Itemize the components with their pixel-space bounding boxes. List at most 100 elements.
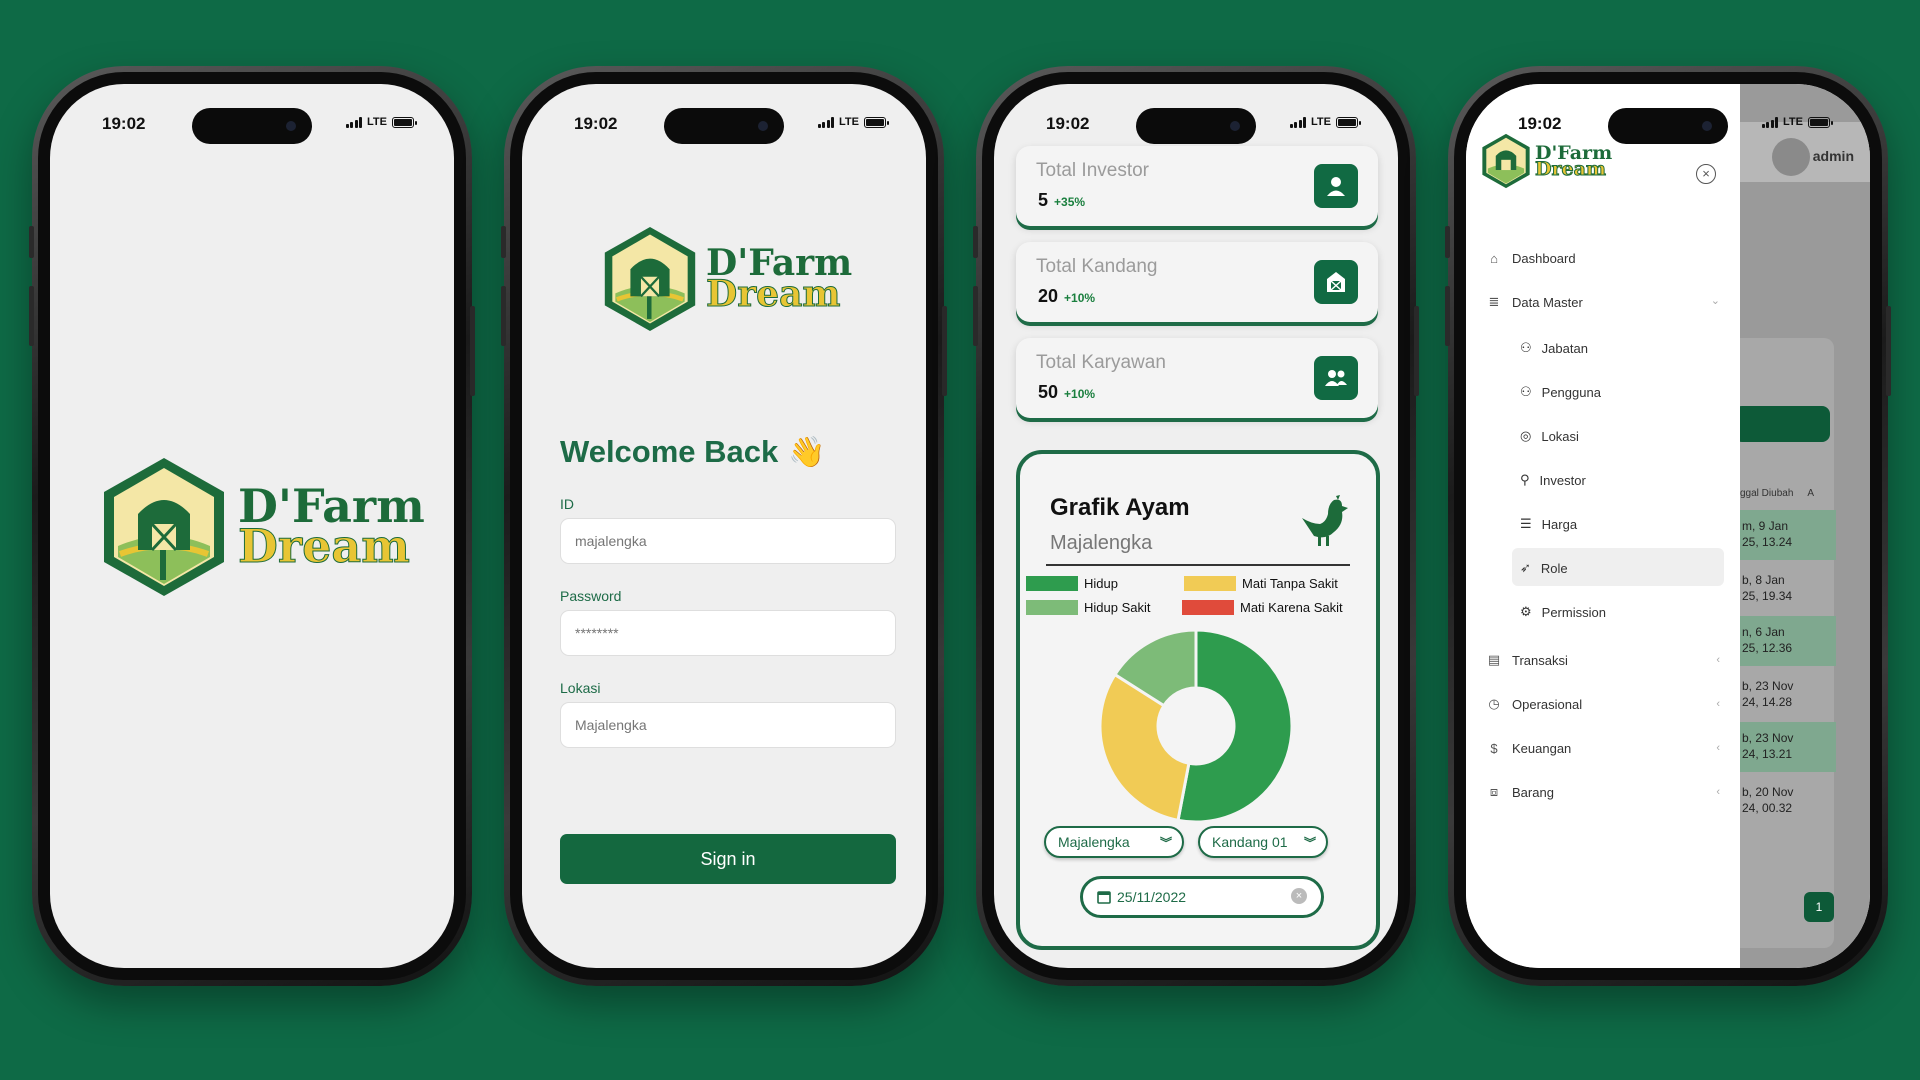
phone-login: 19:02 LTE D'Farm Dream Welcome Back 👋 ID…	[501, 66, 947, 986]
chart-title: Grafik Ayam	[1050, 494, 1190, 521]
legend-mati-karena-sakit: Mati Karena Sakit	[1182, 600, 1343, 615]
login-screen: 19:02 LTE D'Farm Dream Welcome Back 👋 ID…	[522, 84, 926, 968]
page-button: 1	[1804, 892, 1834, 922]
battery-icon	[392, 116, 417, 128]
signal-icon	[1289, 116, 1307, 128]
menu-item-barang[interactable]: ⧈ Barang ‹	[1486, 784, 1720, 800]
status-time: 19:02	[574, 114, 618, 133]
rocket-icon: ➶	[1520, 560, 1531, 575]
stat-delta: +10%	[1064, 387, 1096, 401]
chart-card: Grafik Ayam Majalengka Hidup Hidup Sakit…	[1016, 450, 1380, 950]
legend-swatch	[1182, 600, 1234, 615]
legend-hidup-sakit: Hidup Sakit	[1026, 600, 1150, 615]
signal-icon	[817, 116, 835, 128]
menu-item-keuangan[interactable]: $ Keuangan ‹	[1486, 740, 1720, 756]
sign-in-button[interactable]: Sign in	[560, 834, 896, 884]
home-icon: ⌂	[1490, 250, 1498, 266]
brand-logo: D'Farm Dream	[98, 454, 425, 600]
menu-item-dashboard[interactable]: ⌂ Dashboard	[1486, 250, 1576, 266]
user-plus-icon: ⚲	[1520, 472, 1530, 487]
table-row: b, 8 Jan 25, 19.34	[1742, 573, 1793, 603]
status-time: 19:02	[102, 114, 146, 133]
stat-title: Total Kandang	[1036, 256, 1158, 277]
legend-label: Mati Karena Sakit	[1240, 600, 1343, 615]
battery-icon	[864, 116, 889, 128]
phone-menu: 19:02 LTE admin ggal Diubah A m, 9 Jan 25,…	[1445, 66, 1891, 986]
phone-dashboard: 19:02 LTE Total Investor 5 +35% Total Kan…	[973, 66, 1419, 986]
location-select[interactable]: Majalengka ︾	[1044, 826, 1184, 858]
phone-splash: 19:02 LTE D'Farm Dream	[29, 66, 475, 986]
legend-hidup: Hidup	[1026, 576, 1118, 591]
menu-item-operasional[interactable]: ◷ Operasional ‹	[1486, 696, 1720, 712]
chicken-icon	[1302, 495, 1348, 546]
menu-item-label: Barang	[1512, 784, 1554, 800]
table-row: b, 23 Nov 24, 14.28	[1742, 679, 1794, 709]
brand-logo: D'Farm Dream	[600, 224, 852, 334]
wave-icon: 👋	[788, 436, 826, 469]
stat-card-karyawan[interactable]: Total Karyawan 50 +10%	[1016, 338, 1378, 418]
table-row: n, 6 Jan 25, 12.36	[1740, 616, 1836, 666]
background-page-overlay[interactable]: admin ggal Diubah A m, 9 Jan 25, 13.24 b, …	[1720, 84, 1870, 968]
legend-swatch	[1184, 576, 1236, 591]
brand-line2: Dream	[238, 519, 411, 573]
menu-item-label: Role	[1540, 560, 1568, 576]
admin-label: admin	[1812, 148, 1854, 164]
sidebar-item-role[interactable]: ➶ Role	[1520, 560, 1568, 576]
avatar	[1772, 138, 1810, 176]
database-icon: ≣	[1488, 294, 1500, 309]
brand-logo: D'Farm Dream	[1480, 132, 1612, 190]
date-picker[interactable]: 25/11/2022 ×	[1080, 876, 1324, 918]
legend-label: Hidup	[1084, 576, 1118, 591]
table-row: m, 9 Jan 25, 13.24	[1740, 510, 1836, 560]
box-icon: ⧈	[1489, 784, 1499, 799]
table-row: b, 20 Nov 24, 00.32	[1742, 785, 1794, 815]
kandang-select[interactable]: Kandang 01 ︾	[1198, 826, 1328, 858]
chevron-left-icon: ‹	[1716, 742, 1720, 754]
location-icon: ◎	[1520, 428, 1532, 443]
menu-item-data-master[interactable]: ≣ Data Master ⌄	[1486, 294, 1720, 310]
users-icon: ⚇	[1520, 384, 1532, 399]
dynamic-island	[664, 108, 784, 144]
menu-item-transaksi[interactable]: ▤ Transaksi ‹	[1486, 652, 1720, 668]
legend-swatch	[1026, 576, 1078, 591]
status-time: 19:02	[1518, 114, 1562, 133]
stat-title: Total Investor	[1036, 160, 1149, 181]
stat-card-kandang[interactable]: Total Kandang 20 +10%	[1016, 242, 1378, 322]
menu-item-label: Dashboard	[1512, 250, 1576, 266]
stat-value: 5	[1038, 190, 1049, 210]
brand-line2: Dream	[1534, 158, 1606, 180]
signal-icon	[1761, 116, 1779, 128]
sidebar-item-pengguna[interactable]: ⚇ Pengguna	[1520, 384, 1601, 400]
sidebar-item-harga[interactable]: ☰ Harga	[1520, 516, 1577, 532]
stat-delta: +35%	[1054, 195, 1086, 209]
barn-icon	[1314, 260, 1358, 304]
sidebar-item-lokasi[interactable]: ◎ Lokasi	[1520, 428, 1579, 444]
network-label: LTE	[839, 116, 859, 128]
network-label: LTE	[1311, 116, 1331, 128]
table-row: b, 23 Nov 24, 13.21	[1740, 722, 1836, 772]
menu-item-label: Jabatan	[1541, 340, 1588, 356]
menu-item-label: Keuangan	[1512, 740, 1572, 756]
calendar-icon	[1097, 891, 1111, 904]
password-input[interactable]	[560, 610, 896, 656]
splash-screen: 19:02 LTE D'Farm Dream	[50, 84, 454, 968]
clear-icon[interactable]: ×	[1291, 888, 1307, 904]
close-icon[interactable]: ×	[1696, 164, 1716, 184]
stat-title: Total Karyawan	[1036, 352, 1166, 373]
menu-item-label: Transaksi	[1512, 652, 1568, 668]
sidebar-item-permission[interactable]: ⚙ Permission	[1520, 604, 1606, 620]
sidebar-item-jabatan[interactable]: ⚇ Jabatan	[1520, 340, 1588, 356]
dynamic-island	[192, 108, 312, 144]
double-chevron-down-icon: ︾	[1303, 836, 1316, 850]
welcome-title: Welcome Back 👋	[560, 434, 826, 470]
stat-value: 50	[1038, 382, 1059, 402]
network-label: LTE	[1783, 116, 1803, 128]
chart-divider	[1046, 564, 1350, 566]
lokasi-input[interactable]	[560, 702, 896, 748]
dynamic-island	[1608, 108, 1728, 144]
chart-subtitle: Majalengka	[1050, 532, 1153, 554]
dollar-icon: $	[1490, 740, 1498, 756]
stat-card-investor[interactable]: Total Investor 5 +35%	[1016, 146, 1378, 226]
sidebar-item-investor[interactable]: ⚲ Investor	[1520, 472, 1586, 488]
id-input[interactable]	[560, 518, 896, 564]
